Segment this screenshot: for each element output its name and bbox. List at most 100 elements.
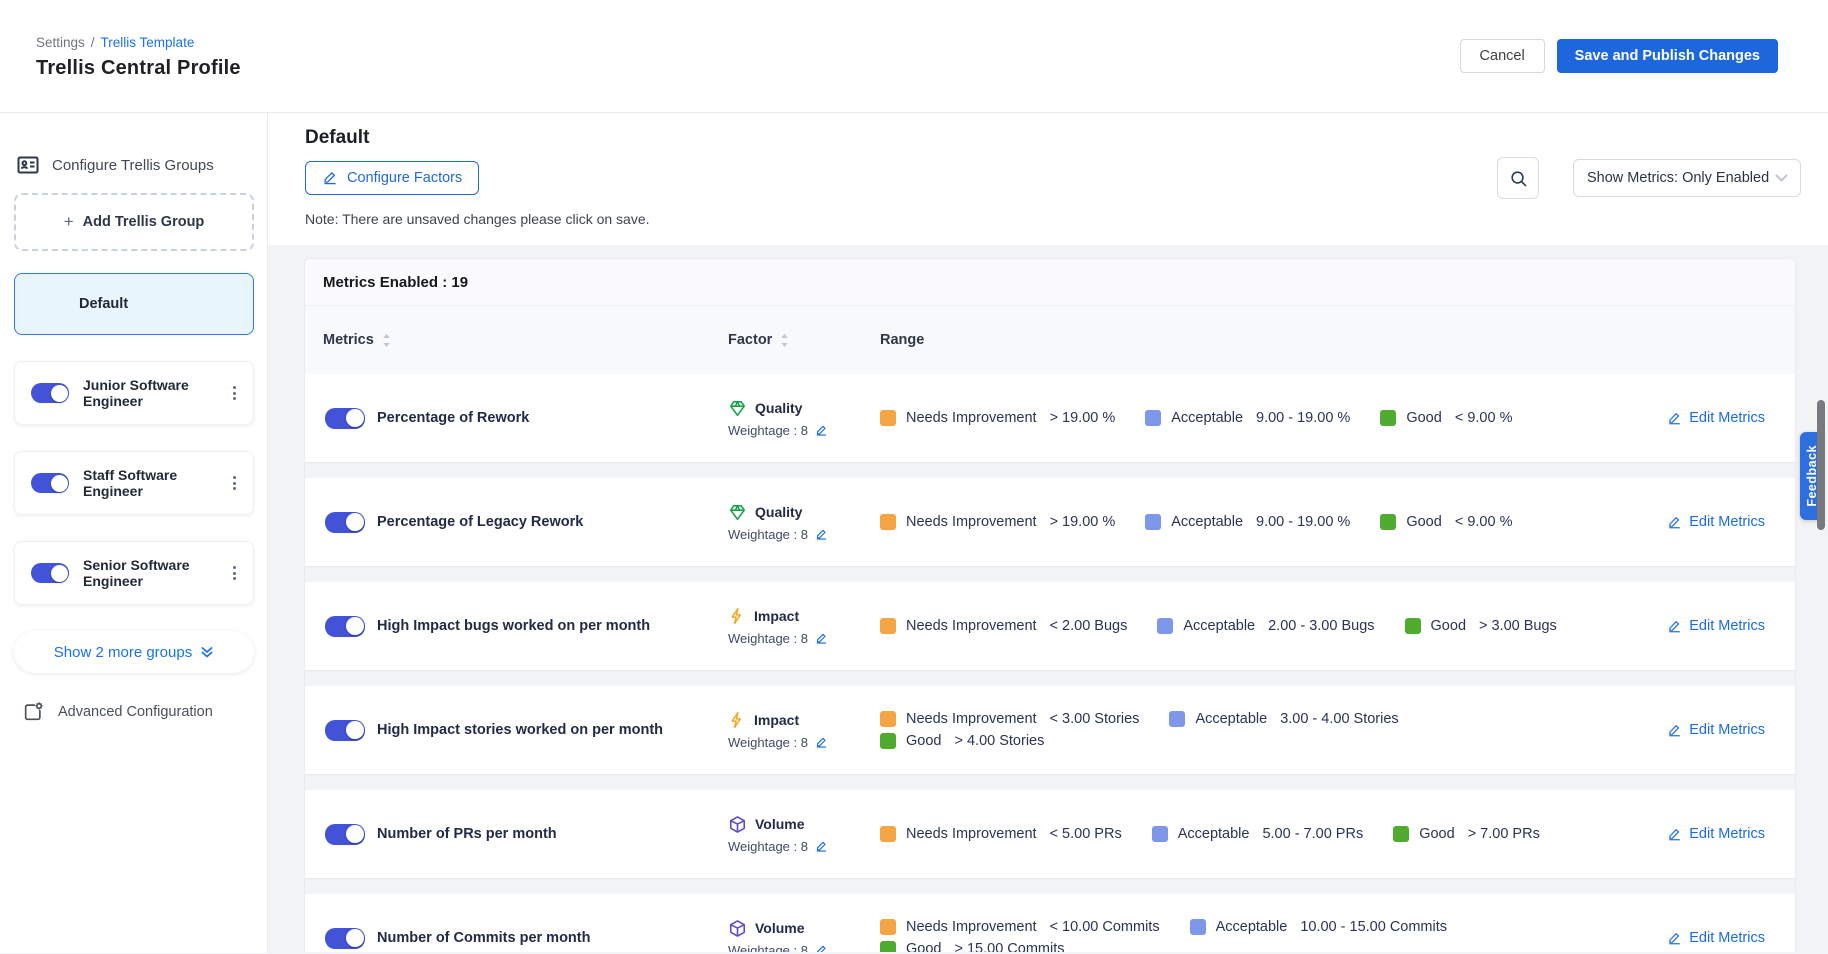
range-cell: Needs Improvement> 19.00 %Acceptable9.00… [880,410,1592,426]
range-good: Good> 4.00 Stories [880,733,1044,749]
range-color-swatch [1405,618,1421,634]
edit-metrics-button[interactable]: Edit Metrics [1667,930,1765,946]
edit-metrics-label: Edit Metrics [1689,514,1765,530]
right-controls: Show Metrics: Only Enabled [1497,157,1801,199]
edit-metrics-button[interactable]: Edit Metrics [1667,722,1765,738]
edit-weightage-icon[interactable] [815,632,828,645]
column-header-factor[interactable]: Factor [728,332,880,348]
edit-cell: Edit Metrics [1592,410,1795,426]
range-color-swatch [1169,711,1185,727]
edit-metrics-button[interactable]: Edit Metrics [1667,410,1765,426]
range-level-label: Good [1406,514,1441,530]
edit-cell: Edit Metrics [1592,826,1795,842]
edit-pencil-icon [322,170,338,186]
default-group-label: Default [79,296,128,312]
sidebar-group-card-2[interactable]: Senior Software Engineer [14,541,254,605]
advanced-configuration-link[interactable]: Advanced Configuration [14,701,253,723]
group-enabled-toggle[interactable] [31,563,69,583]
range-level-label: Needs Improvement [906,826,1037,842]
weightage-text: Weightage : 8 [728,735,808,750]
metric-enabled-toggle[interactable] [325,512,365,533]
kebab-menu-icon[interactable] [228,560,241,587]
add-trellis-group-button[interactable]: + Add Trellis Group [14,193,254,251]
group-enabled-toggle[interactable] [31,383,69,403]
edit-weightage-icon[interactable] [815,424,828,437]
breadcrumb-trellis-template[interactable]: Trellis Template [101,35,195,50]
group-enabled-toggle[interactable] [31,473,69,493]
metric-name: Percentage of Legacy Rework [377,514,583,530]
range-level-label: Acceptable [1195,711,1267,727]
plus-icon: + [64,212,74,232]
edit-pencil-icon [1667,827,1682,842]
weightage-line: Weightage : 8 [728,943,880,953]
breadcrumb-separator: / [91,35,95,50]
range-level-label: Good [1419,826,1454,842]
metric-name: High Impact bugs worked on per month [377,618,650,634]
range-column-label: Range [880,332,924,348]
range-acceptable: Acceptable10.00 - 15.00 Commits [1190,919,1447,935]
metric-cell: Percentage of Legacy Rework [323,512,728,533]
configure-factors-button[interactable]: Configure Factors [305,161,479,195]
metric-enabled-toggle[interactable] [325,928,365,949]
id-card-icon [16,153,40,177]
save-publish-button[interactable]: Save and Publish Changes [1557,39,1778,73]
edit-pencil-icon [1667,723,1682,738]
group-label: Junior Software Engineer [83,377,209,409]
range-color-swatch [1380,410,1396,426]
cancel-button[interactable]: Cancel [1460,39,1545,73]
group-label: Staff Software Engineer [83,467,209,499]
edit-cell: Edit Metrics [1592,514,1795,530]
sidebar-group-card-0[interactable]: Junior Software Engineer [14,361,254,425]
factor-name: Impact [754,712,799,728]
edit-weightage-icon[interactable] [815,944,828,953]
factor-cell: Quality Weightage : 8 [728,503,880,542]
kebab-menu-icon[interactable] [228,470,241,497]
metric-name: High Impact stories worked on per month [377,722,663,738]
range-level-label: Needs Improvement [906,919,1037,935]
range-color-swatch [1145,514,1161,530]
show-more-groups-button[interactable]: Show 2 more groups [14,631,254,673]
sidebar-group-card-1[interactable]: Staff Software Engineer [14,451,254,515]
metric-enabled-toggle[interactable] [325,408,365,429]
edit-weightage-icon[interactable] [815,528,828,541]
range-acceptable: Acceptable2.00 - 3.00 Bugs [1157,618,1374,634]
edit-metrics-label: Edit Metrics [1689,410,1765,426]
weightage-line: Weightage : 8 [728,631,880,646]
edit-metrics-button[interactable]: Edit Metrics [1667,514,1765,530]
metric-cell: High Impact bugs worked on per month [323,616,728,637]
range-level-label: Acceptable [1178,826,1250,842]
double-chevron-down-icon [200,645,214,659]
range-level-label: Needs Improvement [906,410,1037,426]
metric-enabled-toggle[interactable] [325,824,365,845]
range-value: > 3.00 Bugs [1479,618,1557,634]
edit-metrics-label: Edit Metrics [1689,722,1765,738]
search-button[interactable] [1497,157,1539,199]
range-value: < 2.00 Bugs [1050,618,1128,634]
range-color-swatch [1190,919,1206,935]
edit-weightage-icon[interactable] [815,736,828,749]
range-cell: Needs Improvement< 10.00 CommitsAcceptab… [880,919,1592,952]
breadcrumb-settings[interactable]: Settings [36,35,85,50]
edit-pencil-icon [1667,515,1682,530]
show-metrics-select[interactable]: Show Metrics: Only Enabled [1573,159,1801,197]
metric-enabled-toggle[interactable] [325,616,365,637]
range-value: > 4.00 Stories [954,733,1044,749]
column-header-metrics[interactable]: Metrics [323,332,728,348]
edit-metrics-button[interactable]: Edit Metrics [1667,826,1765,842]
range-needs-improvement: Needs Improvement< 2.00 Bugs [880,618,1127,634]
vertical-scrollbar-thumb[interactable] [1817,400,1825,530]
range-color-swatch [1152,826,1168,842]
range-color-swatch [1157,618,1173,634]
range-good: Good< 9.00 % [1380,410,1512,426]
range-color-swatch [1145,410,1161,426]
range-color-swatch [1393,826,1409,842]
metric-enabled-toggle[interactable] [325,720,365,741]
edit-metrics-button[interactable]: Edit Metrics [1667,618,1765,634]
header-actions: Cancel Save and Publish Changes [1460,39,1778,73]
metrics-enabled-count: Metrics Enabled : 19 [305,259,1795,306]
sidebar-item-default[interactable]: Default [14,273,254,335]
advanced-configuration-icon [22,701,44,723]
edit-weightage-icon[interactable] [815,840,828,853]
kebab-menu-icon[interactable] [228,380,241,407]
weightage-line: Weightage : 8 [728,735,880,750]
